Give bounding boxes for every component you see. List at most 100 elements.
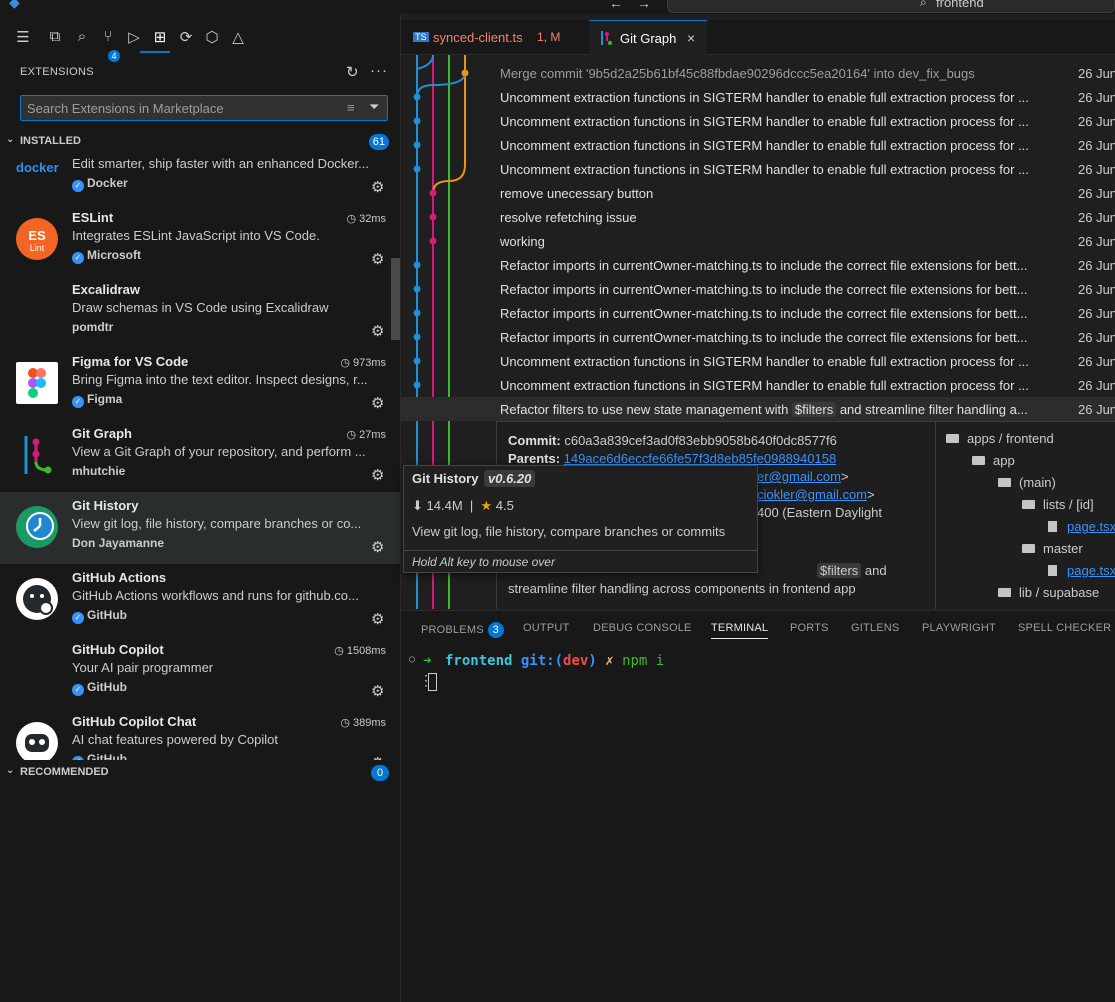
clear-filter-icon[interactable]: ≡	[347, 100, 355, 115]
manage-gear-icon[interactable]: ⚙	[371, 250, 384, 268]
commit-row-selected[interactable]: Refactor filters to use new state manage…	[401, 397, 1115, 421]
commit-row[interactable]: Merge commit '9b5d2a25b61bf45c88fbdae902…	[401, 61, 1115, 85]
tree-folder[interactable]: lib / supabase	[998, 585, 1099, 600]
tree-folder[interactable]: master	[1022, 541, 1083, 556]
tree-file[interactable]: page.tsx	[1048, 519, 1115, 534]
terminal-cursor	[428, 673, 437, 691]
docker-logo-icon: docker	[16, 154, 59, 196]
extension-item-eslint[interactable]: ES Lint ESLint ◷ 32ms Integrates ESLint J…	[0, 204, 400, 276]
run-debug-icon[interactable]: ▷	[124, 28, 144, 48]
sidebar-scrollbar[interactable]	[391, 258, 400, 340]
panel-tab-output[interactable]: OUTPUT	[523, 622, 569, 634]
activation-time: ◷ 389ms	[340, 717, 386, 729]
manage-gear-icon[interactable]: ⚙	[371, 538, 384, 556]
search-icon[interactable]: ⌕	[72, 28, 92, 48]
triangle-icon[interactable]: △	[228, 28, 248, 48]
recommended-section-header[interactable]: ⌄ RECOMMENDED 0	[0, 762, 401, 784]
manage-gear-icon[interactable]: ⚙	[371, 394, 384, 412]
tab-git-graph[interactable]: Git Graph ×	[589, 20, 707, 55]
manage-gear-icon[interactable]: ⚙	[371, 178, 384, 196]
recommended-count-badge: 0	[371, 765, 389, 781]
containers-icon[interactable]: ⬡	[202, 28, 222, 48]
commit-row[interactable]: Uncomment extraction functions in SIGTER…	[401, 157, 1115, 181]
vscode-logo-icon: ◆	[9, 0, 20, 10]
extension-search-input[interactable]	[27, 99, 337, 117]
extension-name: Git History	[72, 498, 139, 513]
panel-tab-spell-checker[interactable]: SPELL CHECKER	[1018, 622, 1111, 634]
extensions-icon[interactable]: ⊞	[150, 28, 170, 48]
commit-row[interactable]: Refactor imports in currentOwner-matchin…	[401, 253, 1115, 277]
extension-name: GitHub Copilot Chat	[72, 714, 197, 729]
extension-item-github-actions[interactable]: GitHub Actions GitHub Actions workflows …	[0, 564, 400, 636]
git-graph-logo-icon	[16, 434, 58, 476]
svg-text:Lint: Lint	[30, 243, 45, 253]
commit-message: Refactor filters to use new state manage…	[500, 402, 1028, 417]
commit-row[interactable]: Refactor imports in currentOwner-matchin…	[401, 277, 1115, 301]
tab-synced-client[interactable]: TS synced-client.ts 1, M	[401, 20, 587, 55]
tree-folder[interactable]: lists / [id]	[1022, 497, 1094, 512]
installed-section-header[interactable]: ⌄ INSTALLED 61	[0, 131, 401, 153]
eslint-logo-icon: ES Lint	[16, 218, 58, 260]
more-actions-icon[interactable]: ···	[370, 62, 388, 79]
activation-time: ◷ 1508ms	[334, 645, 386, 657]
extension-item-github-copilot[interactable]: GitHub Copilot ◷ 1508ms Your AI pair pro…	[0, 636, 400, 708]
nav-arrows[interactable]: ←→	[609, 0, 665, 11]
commit-hash-line: Commit: c60a3a839cef3ad0f83ebb9058b640f0…	[508, 433, 837, 448]
commit-date-fragment: 400 (Eastern Daylight	[757, 505, 883, 520]
author-email: er@gmail.com>	[757, 469, 849, 484]
active-indicator	[140, 51, 170, 53]
refresh-icon[interactable]: ↻	[346, 63, 359, 81]
manage-gear-icon[interactable]: ⚙	[371, 322, 384, 340]
commit-row[interactable]: Uncomment extraction functions in SIGTER…	[401, 373, 1115, 397]
commit-message: remove unecessary button	[500, 186, 654, 201]
command-center[interactable]: ⌕ frontend	[667, 0, 1115, 13]
manage-gear-icon[interactable]: ⚙	[371, 466, 384, 484]
commit-row[interactable]: remove unecessary button 26 Jun	[401, 181, 1115, 205]
extension-item-excalidraw[interactable]: Excalidraw Draw schemas in VS Code using…	[0, 276, 400, 348]
parent-commit-link[interactable]: 149ace6d6eccfe66fe57f3d8eb85fe0988940158	[564, 451, 837, 466]
commit-row[interactable]: Uncomment extraction functions in SIGTER…	[401, 85, 1115, 109]
commit-row[interactable]: Refactor imports in currentOwner-matchin…	[401, 325, 1115, 349]
tree-folder[interactable]: apps / frontend	[946, 431, 1054, 446]
extension-item-github-copilot-chat[interactable]: GitHub Copilot Chat ◷ 389ms AI chat feat…	[0, 708, 400, 760]
source-control-icon[interactable]: ⑂	[98, 28, 118, 48]
panel-tab-playwright[interactable]: PLAYWRIGHT	[922, 622, 996, 634]
tree-folder[interactable]: (main)	[998, 475, 1056, 490]
menu-icon[interactable]: ☰	[13, 28, 33, 48]
close-icon[interactable]: ×	[687, 30, 695, 46]
manage-gear-icon[interactable]: ⚙	[371, 754, 384, 760]
remote-explorer-icon[interactable]: ⟳	[176, 28, 196, 48]
commit-message: Refactor imports in currentOwner-matchin…	[500, 282, 1028, 297]
extension-item-git-history[interactable]: Git History View git log, file history, …	[0, 492, 400, 564]
tooltip-stats: ⬇ 14.4M | ★ 4.5	[412, 498, 514, 513]
commit-row[interactable]: resolve refetching issue 26 Jun	[401, 205, 1115, 229]
commit-row[interactable]: working 26 Jun	[401, 229, 1115, 253]
manage-gear-icon[interactable]: ⚙	[371, 610, 384, 628]
activation-time: ◷ 973ms	[340, 357, 386, 369]
extension-name: Excalidraw	[72, 282, 140, 297]
tree-file[interactable]: page.tsx	[1048, 563, 1115, 578]
extension-item-docker[interactable]: docker Edit smarter, ship faster with an…	[0, 154, 400, 204]
verified-icon: ✓	[72, 684, 84, 696]
commit-message: resolve refetching issue	[500, 210, 637, 225]
commit-row[interactable]: Refactor imports in currentOwner-matchin…	[401, 301, 1115, 325]
copilot-logo-icon	[16, 722, 58, 760]
panel-tab-problems[interactable]: PROBLEMS 3	[421, 622, 504, 638]
folder-icon	[972, 456, 985, 465]
verified-icon: ✓	[72, 180, 84, 192]
commit-row[interactable]: Uncomment extraction functions in SIGTER…	[401, 133, 1115, 157]
manage-gear-icon[interactable]: ⚙	[371, 682, 384, 700]
extension-publisher: Don Jayamanne	[72, 536, 165, 550]
panel-tab-ports[interactable]: PORTS	[790, 622, 829, 634]
panel-tab-terminal[interactable]: TERMINAL	[711, 622, 768, 634]
tree-folder[interactable]: app	[972, 453, 1015, 468]
commit-message: Refactor imports in currentOwner-matchin…	[500, 330, 1028, 345]
explorer-icon[interactable]: ⧉	[45, 28, 65, 48]
commit-row[interactable]: Uncomment extraction functions in SIGTER…	[401, 349, 1115, 373]
extension-item-figma[interactable]: Figma for VS Code ◷ 973ms Bring Figma in…	[0, 348, 400, 420]
commit-row[interactable]: Uncomment extraction functions in SIGTER…	[401, 109, 1115, 133]
panel-tab-debug-console[interactable]: DEBUG CONSOLE	[593, 622, 692, 634]
extension-item-git-graph[interactable]: Git Graph ◷ 27ms View a Git Graph of you…	[0, 420, 400, 492]
filter-icon[interactable]: ⏷	[369, 99, 379, 115]
panel-tab-gitlens[interactable]: GITLENS	[851, 622, 899, 634]
